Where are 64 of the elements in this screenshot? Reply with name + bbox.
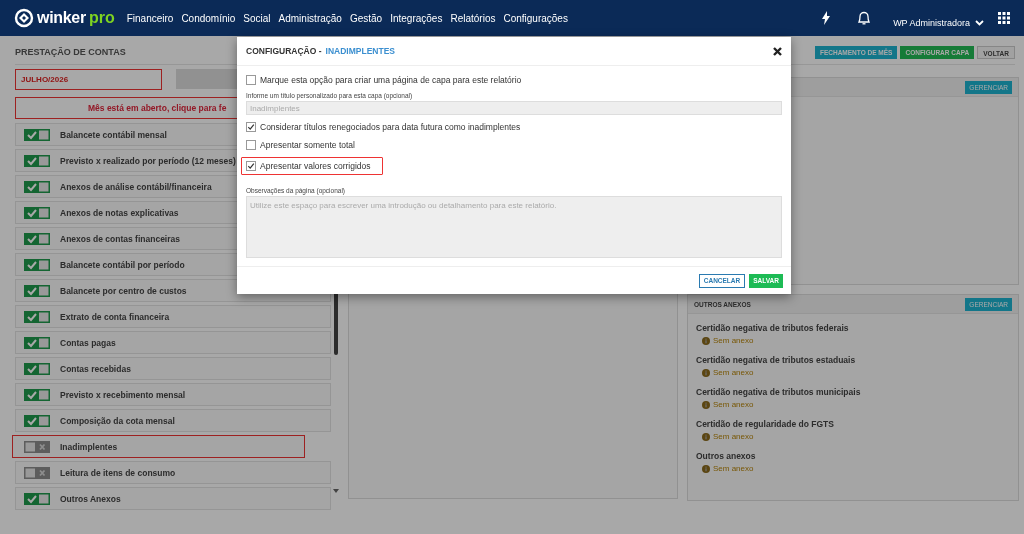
nav-menu-item[interactable]: Administração <box>278 12 342 24</box>
toggle-on-icon[interactable] <box>24 258 50 271</box>
attachment-name: Certidão negativa de tributos estaduais <box>696 355 857 365</box>
toggle-off-icon[interactable] <box>24 440 50 453</box>
checkbox[interactable] <box>246 161 256 171</box>
nav-menu-item[interactable]: Gestão <box>349 12 383 24</box>
option-label: Marque esta opção para criar uma página de capa para este relatório <box>260 75 522 85</box>
info-icon <box>702 432 710 441</box>
toggle-on-icon[interactable] <box>24 388 50 401</box>
toggle-off-icon[interactable] <box>24 466 50 479</box>
toggle-on-icon[interactable] <box>24 414 50 427</box>
checkbox[interactable] <box>246 75 256 85</box>
toggle-on-icon[interactable] <box>24 362 50 375</box>
lightning-icon[interactable] <box>821 11 832 25</box>
toggle-on-icon[interactable] <box>24 128 50 141</box>
nav-menu-item[interactable]: Configurações <box>503 12 568 24</box>
page-title: PRESTAÇÃO DE CONTAS <box>15 47 126 57</box>
checkbox[interactable] <box>246 140 256 150</box>
nav-menu-item[interactable]: Condomínio <box>181 12 236 24</box>
logo-icon <box>14 8 34 28</box>
report-row[interactable]: Contas recebidas <box>15 357 331 380</box>
nav-menu-item[interactable]: Integrações <box>390 12 443 24</box>
attachment-name: Certidão negativa de tributos federais <box>696 323 850 333</box>
toggle-on-icon[interactable] <box>24 154 50 167</box>
dialog-title: CONFIGURAÇÃO - <box>246 46 322 56</box>
report-row[interactable]: Previsto x recebimento mensal <box>15 383 331 406</box>
toggle-on-icon[interactable] <box>24 206 50 219</box>
attachment-status: Sem anexo <box>713 400 754 409</box>
checkbox[interactable] <box>246 122 256 132</box>
close-icon[interactable] <box>773 46 782 56</box>
attachment-status: Sem anexo <box>713 464 754 473</box>
attachment-name: Certidão de regularidade do FGTS <box>696 419 835 429</box>
report-row[interactable]: Inadimplentes <box>12 435 305 458</box>
info-icon <box>702 336 710 345</box>
report-row[interactable]: Leitura de itens de consumo <box>15 461 331 484</box>
nav-menu-item[interactable]: Social <box>243 12 271 24</box>
attachment-name: Outros anexos <box>696 451 757 461</box>
report-row[interactable]: Outros Anexos <box>15 487 331 510</box>
info-icon <box>702 368 710 377</box>
month-field[interactable]: JULHO/2026 <box>15 69 162 90</box>
nav-menu-item[interactable]: Financeiro <box>126 12 174 24</box>
brand-name: winker <box>37 9 86 27</box>
chevron-down-icon <box>975 20 984 26</box>
brand-suffix: pro <box>88 9 115 27</box>
toggle-on-icon[interactable] <box>24 336 50 349</box>
toggle-on-icon[interactable] <box>24 180 50 193</box>
apps-grid-icon[interactable] <box>998 12 1010 24</box>
toggle-on-icon[interactable] <box>24 310 50 323</box>
toggle-on-icon[interactable] <box>24 492 50 505</box>
attachment-status: Sem anexo <box>713 368 754 377</box>
attachment-name: Certidão negativa de tributos municipais <box>696 387 862 397</box>
attachment-status: Sem anexo <box>713 336 754 345</box>
toggle-on-icon[interactable] <box>24 284 50 297</box>
notification-bell-icon[interactable] <box>857 10 872 26</box>
user-menu[interactable]: WP Administradora <box>893 18 984 28</box>
report-row[interactable]: Composição da cota mensal <box>15 409 331 432</box>
report-row[interactable]: Extrato de conta financeira <box>15 305 331 328</box>
toggle-on-icon[interactable] <box>24 232 50 245</box>
report-row[interactable]: Contas pagas <box>15 331 331 354</box>
dialog-subject: INADIMPLENTES <box>325 46 395 56</box>
nav-menu-item[interactable]: Relatórios <box>450 12 496 24</box>
info-icon <box>702 400 710 409</box>
info-icon <box>702 464 710 473</box>
attachment-status: Sem anexo <box>713 432 754 441</box>
